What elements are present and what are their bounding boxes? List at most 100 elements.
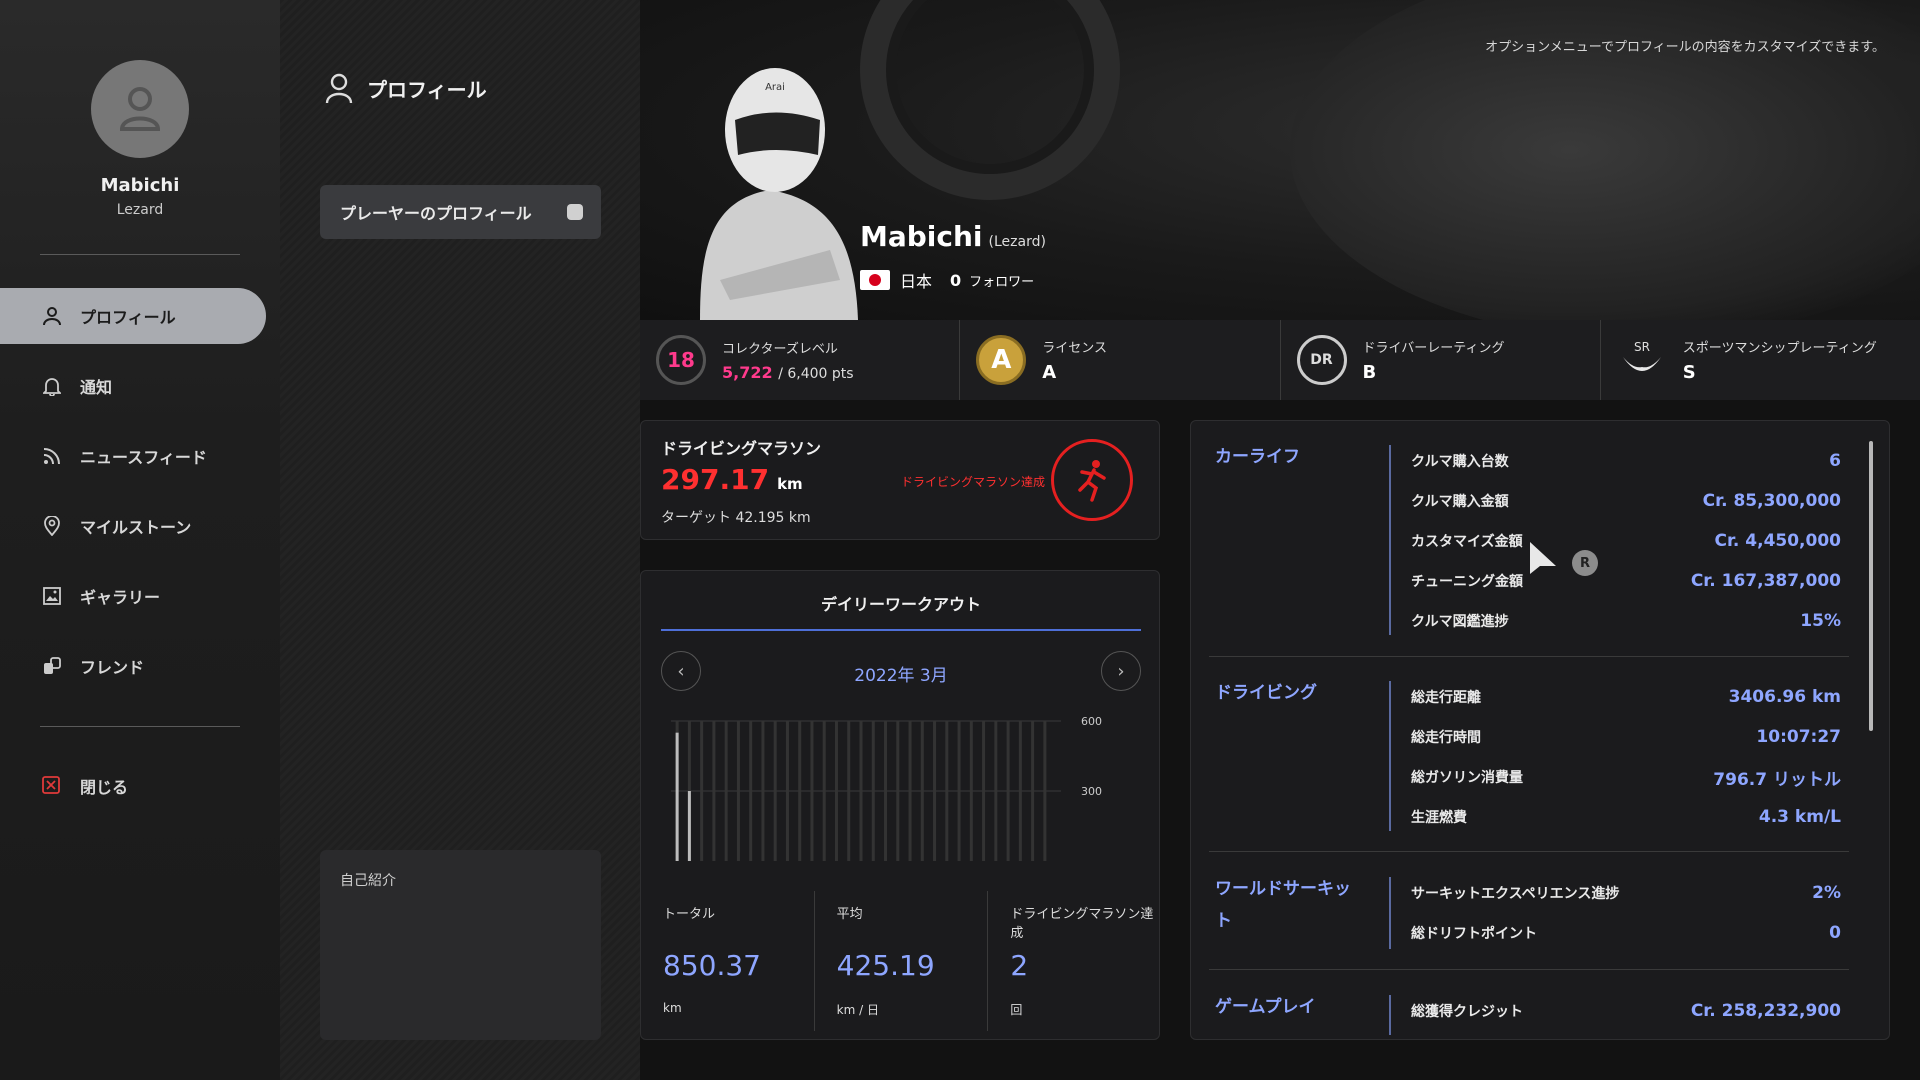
summary-average: 平均 425.19 km / 日 [815, 891, 989, 1031]
driver-rating-badge-text: DR [1310, 352, 1333, 368]
section-gameplay: ゲームプレイ 総獲得クレジット Cr. 258,232,900 [1191, 991, 1871, 1039]
stat-row: カスタマイズ金額 Cr. 4,450,000 [1411, 521, 1841, 561]
marathon-target: ターゲット 42.195 km [661, 510, 811, 526]
section-title: ワールドサーキット [1215, 879, 1351, 931]
sidebar: Mabichi Lezard プロフィール 通知 ニュースフィード マイルストー… [0, 0, 280, 1080]
gallery-icon [42, 586, 62, 606]
profile-hero: Arai オプションメニューでプロフィールの内容をカスタマイズできます。 Mab… [640, 0, 1920, 320]
day-slot [736, 721, 740, 861]
driver-rating-label: ドライバーレーティング [1362, 341, 1505, 356]
stat-value: 4.3 km/L [1758, 807, 1841, 827]
next-month-button[interactable]: › [1101, 651, 1141, 691]
day-slot [1006, 721, 1010, 861]
stat-value: 0 [1829, 923, 1841, 943]
sportsmanship-rating[interactable]: SR スポーツマンシップレーティング S [1601, 320, 1920, 400]
stat-row: クルマ図鑑進捗 15% [1411, 601, 1841, 641]
divider [40, 254, 240, 255]
day-slot [1031, 721, 1035, 861]
chevron-right-icon: › [1117, 660, 1125, 682]
stat-value: 3406.96 km [1728, 687, 1841, 707]
section-bar [1389, 995, 1391, 1035]
sidebar-nav: プロフィール 通知 ニュースフィード マイルストーン ギャラリー フレンド [0, 288, 266, 708]
stat-value: 6 [1829, 451, 1841, 471]
smiley-icon [567, 204, 583, 220]
day-slot [700, 721, 704, 861]
sidebar-item-gallery[interactable]: ギャラリー [0, 568, 266, 624]
driver-portrait: Arai [700, 68, 858, 320]
driving-marathon-card[interactable]: ドライビングマラソン 297.17 km ターゲット 42.195 km ドライビ… [640, 420, 1160, 540]
friends-icon [42, 656, 62, 676]
sportsmanship-value: S [1682, 362, 1696, 383]
section-title: ドライビング [1215, 683, 1317, 703]
day-slot [1043, 721, 1047, 861]
player-name: Mabichi (Lezard) [860, 220, 1046, 253]
sidebar-item-friends[interactable]: フレンド [0, 638, 266, 694]
close-icon [42, 776, 62, 796]
profile-stats-panel[interactable]: カーライフ クルマ購入台数 6 クルマ購入金額 Cr. 85,300,000 カスタ… [1190, 420, 1890, 1040]
day-slot [994, 721, 998, 861]
followers-label: フォロワー [969, 274, 1035, 290]
stat-row: 総走行時間 10:07:27 [1411, 717, 1841, 757]
achieved-unit: 回 [1010, 1003, 1023, 1017]
day-slot [724, 721, 728, 861]
r-button-hint: R [1572, 550, 1598, 576]
panel-scrollbar[interactable] [1869, 441, 1873, 731]
day-slot [969, 721, 973, 861]
self-introduction-box[interactable]: 自己紹介 [320, 850, 601, 1040]
marathon-title: ドライビングマラソン [661, 439, 822, 458]
player-name-label: Mabichi [860, 220, 983, 253]
achieved-label: ドライビングマラソン達成 [1010, 907, 1154, 941]
license[interactable]: A ライセンス A [960, 320, 1281, 400]
person-icon [119, 87, 161, 131]
summary-achieved: ドライビングマラソン達成 2 回 [988, 891, 1161, 1031]
title-underline [661, 629, 1141, 631]
user-name: Mabichi [100, 175, 180, 196]
daily-workout-title: デイリーワークアウト [820, 595, 981, 614]
avatar[interactable] [91, 60, 189, 158]
stat-row: サーキットエクスペリエンス進捗 2% [1411, 873, 1841, 913]
stat-label: 生涯燃費 [1411, 810, 1467, 826]
followers-count[interactable]: 0 [950, 271, 961, 290]
bar-day-1 [675, 732, 679, 861]
day-slot [773, 721, 777, 861]
day-slot [761, 721, 765, 861]
close-button[interactable]: 閉じる [0, 758, 266, 814]
y-tick-label: 300 [1081, 785, 1102, 798]
divider [40, 726, 240, 727]
collector-level[interactable]: 18 コレクターズレベル 5,722 / 6,400 pts [640, 320, 961, 400]
stat-value: Cr. 167,387,000 [1690, 571, 1841, 591]
sidebar-item-milestones[interactable]: マイルストーン [0, 498, 266, 554]
section-divider [1209, 969, 1849, 970]
sidebar-item-profile[interactable]: プロフィール [0, 288, 266, 344]
sidebar-item-notifications[interactable]: 通知 [0, 358, 266, 414]
day-slot [785, 721, 789, 861]
stat-label: クルマ購入金額 [1411, 494, 1509, 510]
close-label: 閉じる [80, 778, 129, 797]
section-divider [1209, 656, 1849, 657]
stat-label: 総獲得クレジット [1411, 1004, 1523, 1020]
feed-icon [42, 446, 62, 466]
stat-label: 総ドリフトポイント [1411, 926, 1537, 942]
collector-level-number: 18 [667, 348, 695, 372]
sportsmanship-label: スポーツマンシップレーティング [1682, 341, 1877, 356]
day-slot [920, 721, 924, 861]
sportsmanship-badge-icon: SR [1617, 335, 1667, 385]
day-slot [871, 721, 875, 861]
section-bar [1389, 877, 1391, 949]
stat-row: 総ガソリン消費量 796.7 リットル [1411, 757, 1841, 797]
summary-total: トータル 850.37 km [641, 891, 815, 1031]
day-slot [834, 721, 838, 861]
sidebar-item-newsfeed[interactable]: ニュースフィード [0, 428, 266, 484]
y-tick-label: 600 [1081, 715, 1102, 728]
stat-value: Cr. 85,300,000 [1702, 491, 1841, 511]
driver-rating[interactable]: DR ドライバーレーティング B [1281, 320, 1601, 400]
marathon-value: 297.17 [661, 463, 770, 496]
day-slot [957, 721, 961, 861]
collector-level-label: コレクターズレベル [722, 342, 838, 357]
day-slot [810, 721, 814, 861]
collector-points-max: / 6,400 pts [778, 366, 854, 382]
player-profile-button[interactable]: プレーヤーのプロフィール [320, 185, 601, 239]
stat-label: カスタマイズ金額 [1411, 534, 1523, 550]
day-slot [712, 721, 716, 861]
marathon-distance: 297.17 km [661, 463, 803, 496]
